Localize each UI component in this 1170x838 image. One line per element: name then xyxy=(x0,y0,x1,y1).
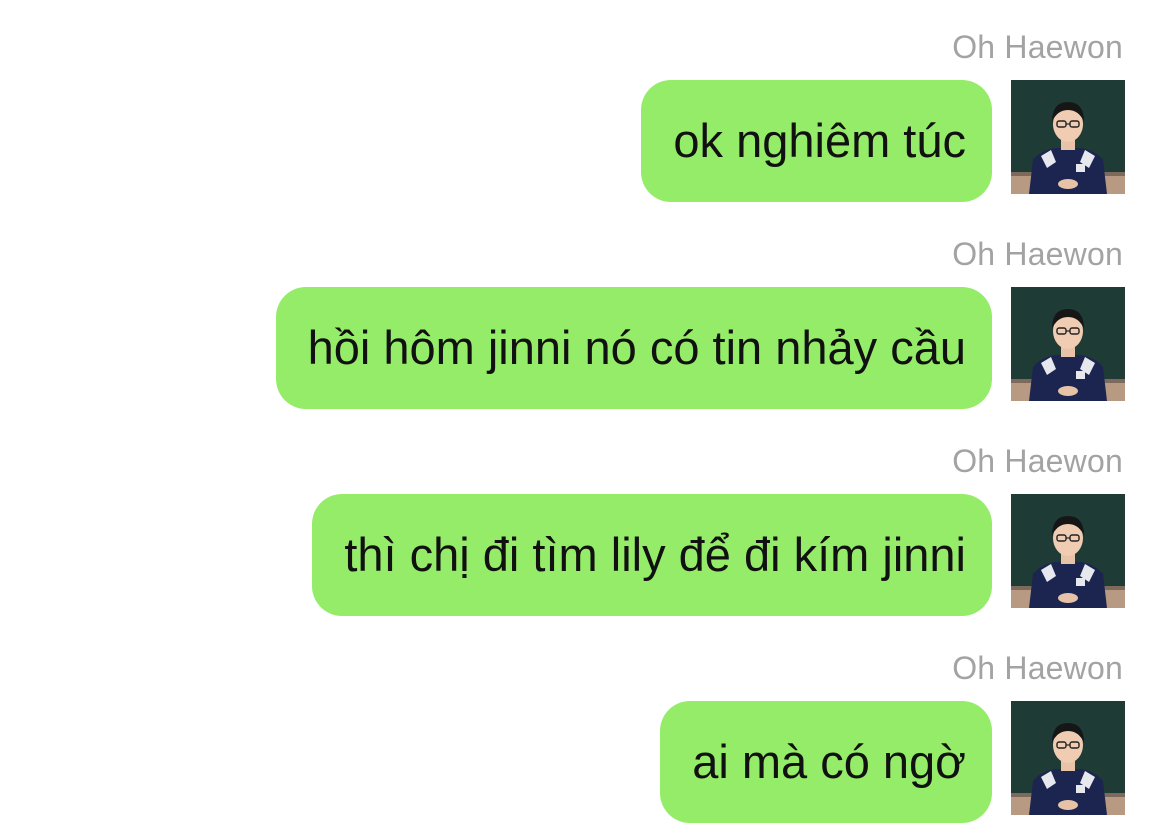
sender-name: Oh Haewon xyxy=(952,236,1123,272)
message-row: Oh Haewon hồi hôm jinni nó có tin nhảy c… xyxy=(0,234,1170,424)
message-bubble[interactable]: ai mà có ngờ xyxy=(660,701,992,823)
avatar-photo-icon xyxy=(1011,701,1125,815)
message-row: Oh Haewon ai mà có ngờ xyxy=(0,648,1170,838)
avatar[interactable] xyxy=(1011,701,1125,815)
avatar-photo-icon xyxy=(1011,80,1125,194)
avatar[interactable] xyxy=(1011,80,1125,194)
message-bubble[interactable]: hồi hôm jinni nó có tin nhảy cầu xyxy=(275,287,992,409)
message-row: Oh Haewon ok nghiêm túc xyxy=(0,27,1170,217)
sender-name: Oh Haewon xyxy=(952,443,1123,479)
message-bubble[interactable]: thì chị đi tìm lily để đi kím jinni xyxy=(312,494,992,616)
avatar-photo-icon xyxy=(1011,494,1125,608)
sender-name: Oh Haewon xyxy=(952,650,1123,686)
avatar[interactable] xyxy=(1011,494,1125,608)
sender-name: Oh Haewon xyxy=(952,29,1123,65)
message-row: Oh Haewon thì chị đi tìm lily để đi kím … xyxy=(0,441,1170,631)
avatar-photo-icon xyxy=(1011,287,1125,401)
avatar[interactable] xyxy=(1011,287,1125,401)
message-bubble[interactable]: ok nghiêm túc xyxy=(641,80,992,202)
